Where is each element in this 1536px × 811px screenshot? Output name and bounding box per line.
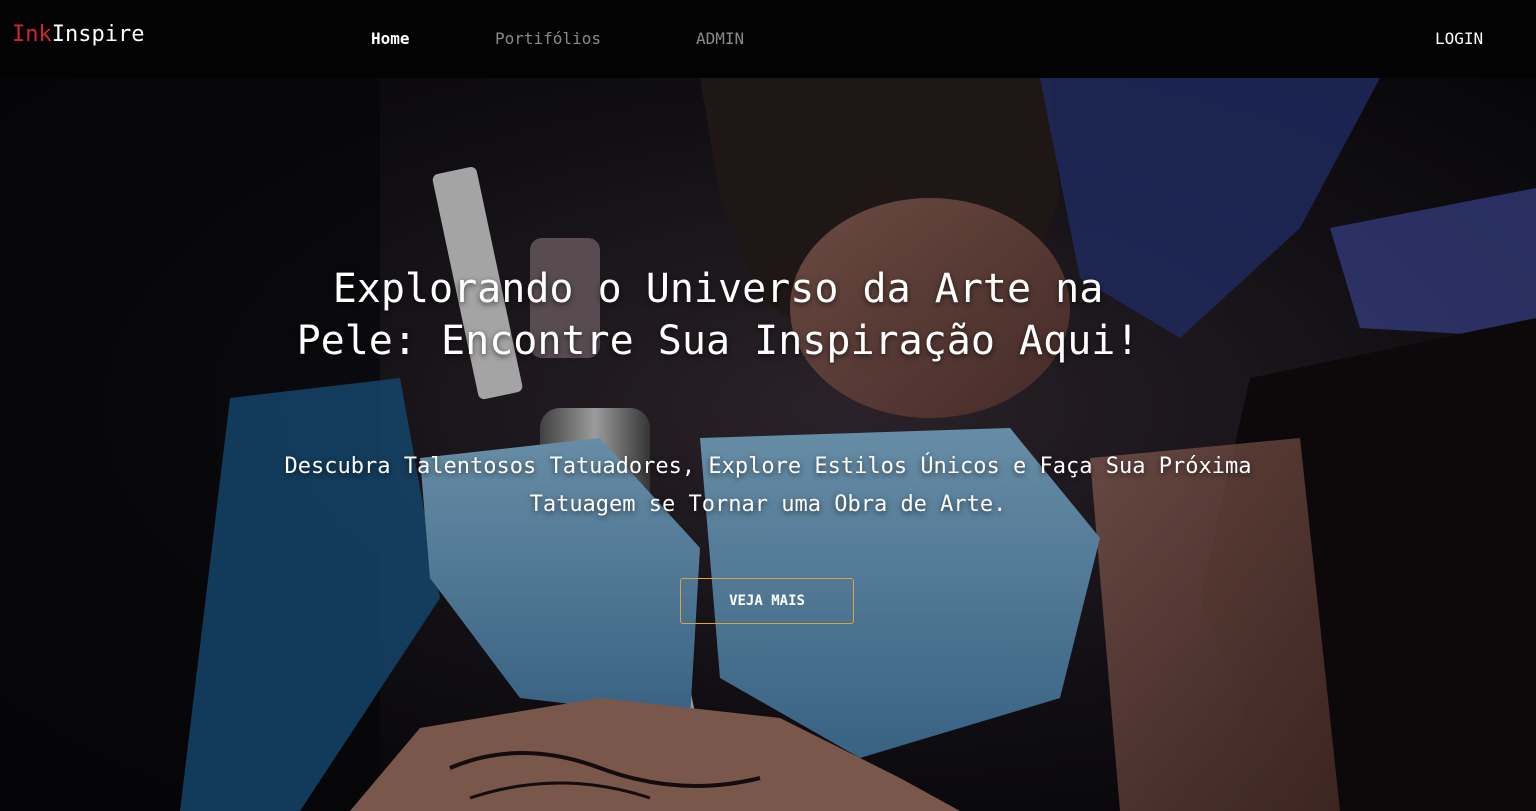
hero-subtitle: Descubra Talentosos Tatuadores, Explore … — [284, 454, 1252, 517]
nav-link-login[interactable]: LOGIN — [1435, 29, 1483, 48]
brand-logo-ink: Ink — [12, 22, 52, 47]
nav-link-portfolios[interactable]: Portifólios — [495, 29, 601, 48]
veja-mais-button[interactable]: VEJA MAIS — [680, 578, 854, 624]
hero-section: Explorando o Universo da Arte na Pele: E… — [0, 78, 1536, 811]
brand-logo-inspire: Inspire — [51, 22, 145, 47]
nav-link-admin[interactable]: ADMIN — [696, 29, 744, 48]
nav-link-home[interactable]: Home — [371, 29, 410, 48]
brand-logo[interactable]: InkInspire — [12, 22, 144, 47]
hero-content: Explorando o Universo da Arte na Pele: E… — [0, 78, 1536, 811]
hero-title: Explorando o Universo da Arte na Pele: E… — [296, 266, 1140, 364]
top-navbar: InkInspire Home Portifólios ADMIN LOGIN — [0, 0, 1536, 78]
